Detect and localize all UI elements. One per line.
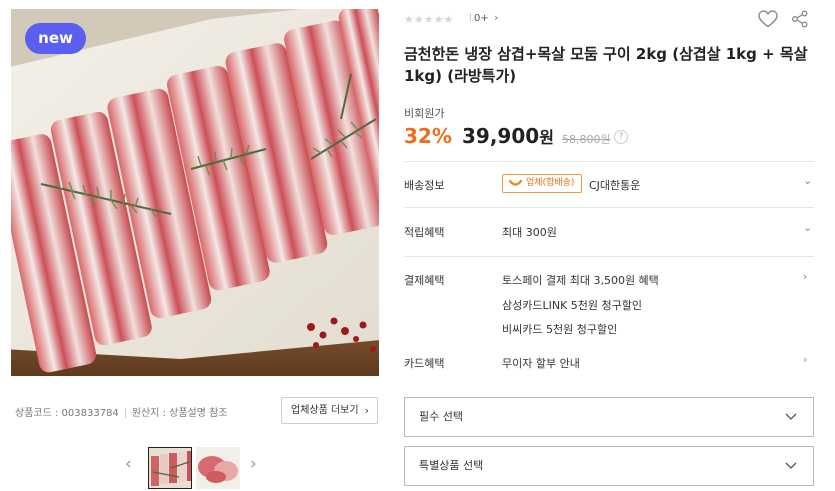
original-price: 58,800원 [562,133,611,146]
payment-benefit-1: 토스페이 결제 최대 3,500원 혜택 [502,274,659,287]
shipping-label: 배송정보 [404,179,445,192]
review-count[interactable]: 0+ [470,13,489,24]
price-label: 비회원가 [404,107,445,120]
special-option-select[interactable]: 특별상품 선택 [404,446,814,486]
discount-value: 32 [404,124,432,148]
origin-info: 원산지 : 상품설명 참조 [131,408,228,419]
shipping-check-icon [508,178,523,196]
required-option-label: 필수 선택 [419,410,463,423]
question-icon[interactable]: ? [614,130,628,144]
thumbnail-next-arrow-icon[interactable]: › [250,454,257,474]
card-label: 카드혜택 [404,357,445,370]
meta-divider [124,408,126,418]
share-icon[interactable] [791,10,809,32]
shipping-carrier: CJ대한통운 [589,179,641,192]
divider [404,207,814,208]
review-count-label: 0+ [474,13,489,24]
divider [404,161,814,162]
seller-products-button[interactable]: 업체상품 더보기 › [281,397,378,424]
chevron-down-icon [785,447,797,491]
product-meta: 상품코드 : 003833784 원산지 : 상품설명 참조 [15,404,228,419]
card-chevron-right-icon[interactable]: › [803,353,807,366]
points-chevron-down-icon[interactable]: ⌄ [803,221,812,234]
thumbnail-1[interactable] [148,447,192,489]
thumbnail-prev-arrow-icon[interactable]: ‹ [125,454,132,474]
sale-price-value: 39,900 [462,124,540,148]
payment-chevron-right-icon[interactable]: › [803,270,807,283]
pork-belly-photo [11,9,379,376]
points-value: 최대 300원 [502,226,557,239]
shipping-badge: 업체(합배송) [502,174,582,193]
rating-divider [470,13,471,22]
payment-benefit-3: 비씨카드 5천원 청구할인 [502,323,618,336]
thumbnail-2[interactable] [196,447,240,489]
heart-icon[interactable] [758,10,778,32]
sale-price-unit: 원 [539,128,554,147]
thumbnail-1-image [149,448,191,488]
main-product-image: new [11,9,379,376]
required-option-select[interactable]: 필수 선택 [404,397,814,437]
discount-rate: 32% [404,124,452,148]
new-badge: new [25,23,86,54]
product-title: 금천한돈 냉장 삼겹+목살 모둠 구이 2kg (삼겹살 1kg + 목살 1k… [404,45,808,85]
seller-products-label: 업체상품 더보기 [291,405,359,416]
rating-stars: ★★★★★ [404,13,454,26]
discount-unit: % [431,124,452,148]
payment-benefit-2: 삼성카드LINK 5천원 청구할인 [502,299,643,312]
thumbnail-2-image [196,447,240,489]
shipping-badge-label: 업체(합배송) [526,178,575,188]
chevron-down-icon [785,398,797,452]
chevron-right-icon: › [364,404,369,417]
shipping-chevron-down-icon[interactable]: ⌄ [803,174,812,187]
payment-label: 결제혜택 [404,274,445,287]
special-option-label: 특별상품 선택 [419,459,484,472]
review-chevron-icon[interactable]: › [494,11,498,24]
sale-price: 39,900원 [462,124,554,148]
divider [404,256,814,257]
card-value: 무이자 할부 안내 [502,357,580,370]
points-label: 적립혜택 [404,226,445,239]
product-code: 상품코드 : 003833784 [15,408,119,419]
